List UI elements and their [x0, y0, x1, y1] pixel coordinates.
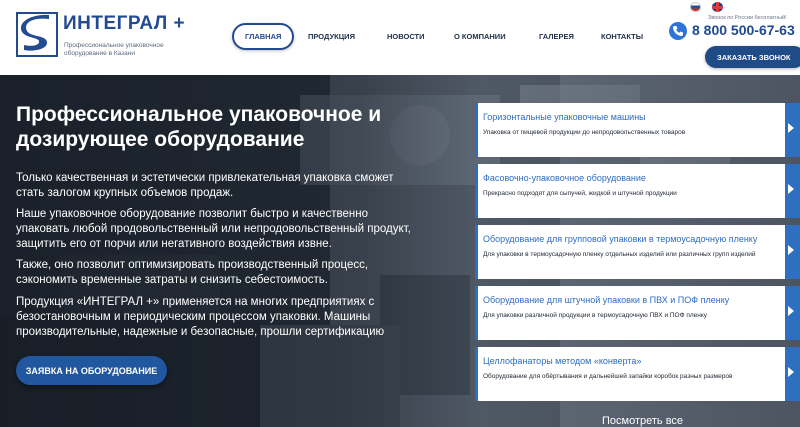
product-card-title[interactable]: Целлофанаторы методом «конверта»: [483, 356, 778, 367]
card-arrow-icon[interactable]: [785, 286, 800, 340]
product-card-description: Для упаковки различной продукции в термо…: [483, 312, 708, 319]
phone-number[interactable]: 8 800 500-67-63: [692, 22, 795, 38]
hero-paragraph: Только качественная и эстетически привле…: [16, 172, 394, 199]
brand-tagline: Профессиональное упаковочное оборудовани…: [64, 42, 164, 57]
main-nav: Главная Продукция Новости О компании Гал…: [232, 22, 643, 50]
see-all-link[interactable]: Посмотреть все: [602, 415, 683, 427]
hero-paragraph: Продукция «ИНТЕГРАЛ +» применяется на мн…: [16, 296, 385, 338]
product-card-description: Для упаковки в термоусадочную пленку отд…: [483, 251, 756, 258]
product-card-description: Прекрасно подходят для сыпучей, жидкой и…: [483, 190, 677, 197]
card-arrow-icon[interactable]: [785, 103, 800, 157]
product-card-piece-packaging[interactable]: Оборудование для штучной упаковки в ПВХ …: [475, 286, 785, 340]
card-arrow-icon[interactable]: [785, 164, 800, 218]
free-call-note: Звонок по России бесплатный!: [708, 15, 787, 21]
nav-news[interactable]: Новости: [387, 32, 425, 41]
callback-button[interactable]: Заказать звонок: [705, 46, 800, 68]
nav-about[interactable]: О компании: [454, 32, 506, 41]
card-arrow-icon[interactable]: [785, 347, 800, 401]
product-card-group-shrink[interactable]: Оборудование для групповой упаковки в те…: [475, 225, 785, 279]
nav-products[interactable]: Продукция: [308, 32, 355, 41]
product-card-title[interactable]: Фасовочно-упаковочное оборудование: [483, 173, 778, 184]
product-card-title[interactable]: Оборудование для групповой упаковки в те…: [483, 234, 778, 245]
nav-home[interactable]: Главная: [232, 22, 295, 50]
nav-contacts[interactable]: Контакты: [601, 32, 643, 41]
equipment-request-button[interactable]: Заявка на оборудование: [16, 356, 167, 385]
hero-title: Профессиональное упаковочное и дозирующе…: [16, 103, 382, 151]
product-card-description: Оборудование для обёртывания и дальнейше…: [483, 373, 733, 380]
product-card-horizontal-machines[interactable]: Горизонтальные упаковочные машины Упаков…: [475, 103, 785, 157]
product-card-description: Упаковка от пищевой продукции до непродо…: [483, 129, 686, 136]
phone-icon[interactable]: [669, 22, 687, 40]
english-flag-icon[interactable]: [712, 2, 723, 12]
logo-icon[interactable]: [16, 12, 58, 57]
product-card-filling-packaging[interactable]: Фасовочно-упаковочное оборудование Прекр…: [475, 164, 785, 218]
nav-gallery[interactable]: Галерея: [539, 32, 574, 41]
russian-flag-icon[interactable]: [690, 2, 701, 12]
card-arrow-icon[interactable]: [785, 225, 800, 279]
site-header: ИНТЕГРАЛ + Профессиональное упаковочное …: [0, 0, 800, 75]
product-card-cellophane-wrappers[interactable]: Целлофанаторы методом «конверта» Оборудо…: [475, 347, 785, 401]
hero-paragraph: Наше упаковочное оборудование позволит б…: [16, 208, 411, 250]
product-card-title[interactable]: Оборудование для штучной упаковки в ПВХ …: [483, 295, 778, 306]
hero-paragraph: Также, оно позволит оптимизировать произ…: [16, 259, 369, 286]
product-card-title[interactable]: Горизонтальные упаковочные машины: [483, 112, 778, 123]
brand-name[interactable]: ИНТЕГРАЛ +: [63, 13, 185, 35]
